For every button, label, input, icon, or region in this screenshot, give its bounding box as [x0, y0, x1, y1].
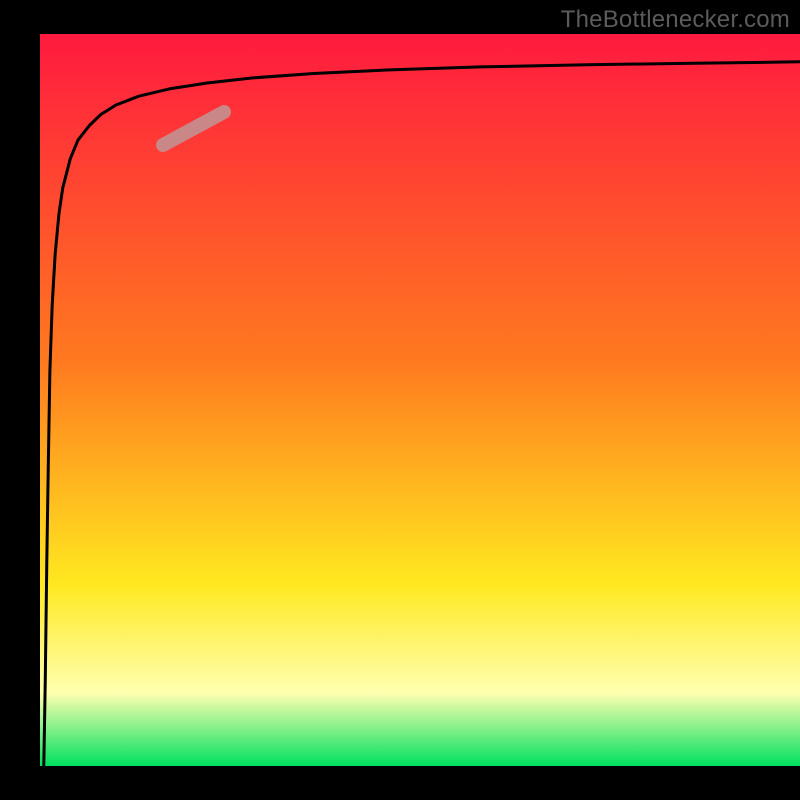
- chart-stage: TheBottlenecker.com: [0, 0, 800, 800]
- plot-background: [40, 34, 800, 766]
- attribution-text: TheBottlenecker.com: [561, 6, 790, 34]
- chart-svg: [0, 0, 800, 800]
